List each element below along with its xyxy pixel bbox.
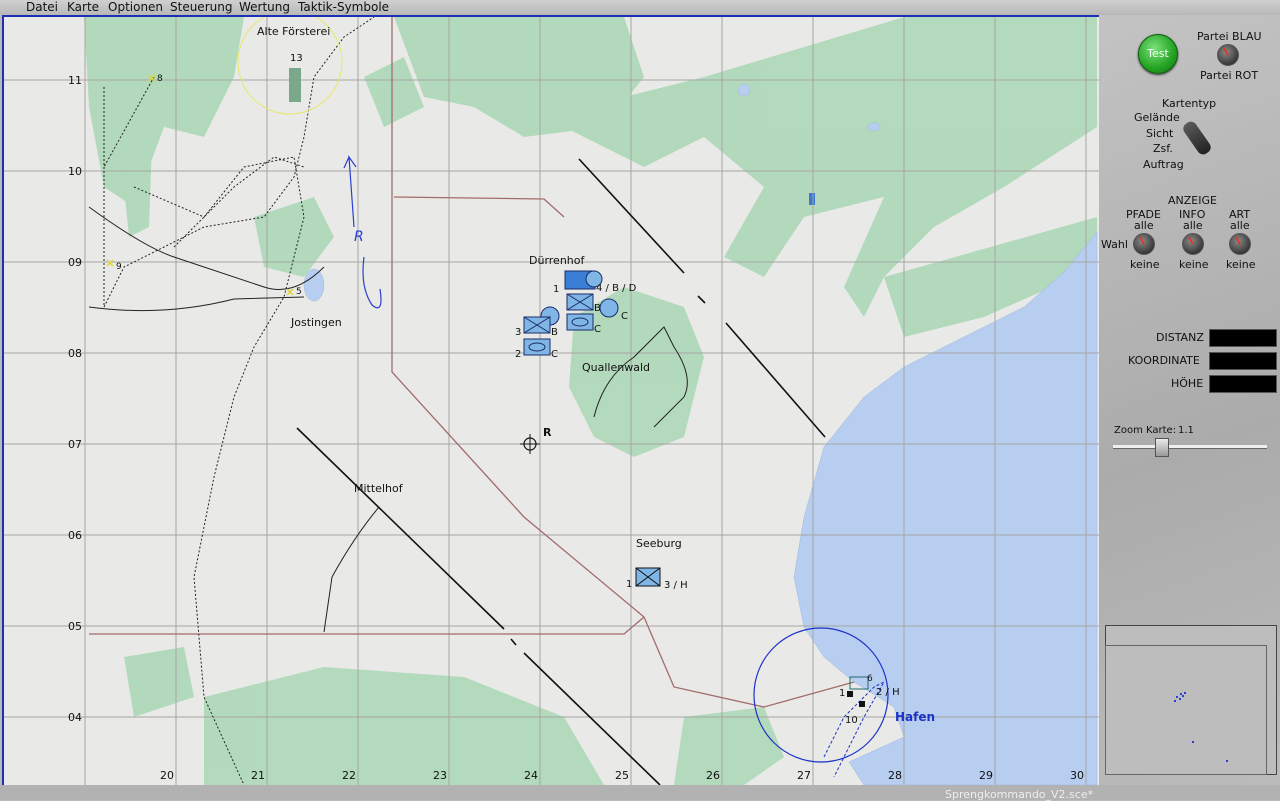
harbor-unit-label: 2 / H	[876, 687, 900, 698]
paths-none-label: keine	[1130, 258, 1160, 271]
x-label-20: 20	[160, 769, 174, 782]
drawn-arrow	[343, 154, 357, 228]
y-label-07: 07	[68, 438, 82, 451]
unit-badge-2	[599, 298, 619, 318]
display-label: ANZEIGE	[1168, 194, 1217, 207]
test-button[interactable]: Test	[1138, 34, 1178, 74]
drawn-letter: R	[354, 229, 364, 245]
y-label-05: 05	[68, 620, 82, 633]
drawn-route	[362, 256, 382, 309]
x-label-28: 28	[888, 769, 902, 782]
art-all-label: alle	[1230, 219, 1250, 232]
place-mittelhof: Mittelhof	[354, 482, 404, 495]
art-knob[interactable]	[1229, 233, 1251, 255]
unit-hq-label: 4 / B / D	[596, 283, 637, 294]
forester-building	[289, 68, 301, 102]
minimap-canvas	[1174, 692, 1228, 762]
y-label-10: 10	[68, 165, 82, 178]
party-blue-label: Partei BLAU	[1197, 30, 1262, 43]
tactical-map[interactable]: R 13 20 21 22 23 24 25 26 27 28 29 30 11…	[2, 15, 1101, 787]
menu-bar: Datei Karte Optionen Steuerung Wertung T…	[0, 0, 1280, 15]
x-label-22: 22	[342, 769, 356, 782]
unit-armor-2-num: 2	[515, 349, 521, 360]
unit-armor-2[interactable]	[523, 338, 551, 356]
y-label-06: 06	[68, 529, 82, 542]
zoom-value: 1.1	[1178, 425, 1194, 436]
unit-infantry-2-label: B	[551, 327, 558, 338]
zoom-label: Zoom Karte:	[1114, 425, 1177, 436]
target-marker-label: R	[543, 426, 552, 439]
x-label-21: 21	[251, 769, 265, 782]
target-marker[interactable]	[520, 434, 540, 454]
place-duerrenhof: Dürrenhof	[529, 254, 585, 267]
seeburg-unit-num: 1	[626, 579, 632, 590]
y-label-04: 04	[68, 711, 82, 724]
harbor-number: 10	[845, 715, 858, 726]
height-label: HÖHE	[1171, 377, 1204, 390]
menu-karte[interactable]: Karte	[67, 0, 99, 15]
x-label-23: 23	[433, 769, 447, 782]
map-type-label: Kartentyp	[1162, 97, 1217, 110]
info-all-label: alle	[1183, 219, 1203, 232]
map-canvas[interactable]: R 13 20 21 22 23 24 25 26 27 28 29 30 11…	[4, 17, 1099, 785]
menu-wertung[interactable]: Wertung	[239, 0, 290, 15]
minimap-units	[1174, 692, 1228, 762]
party-switch-knob[interactable]	[1217, 44, 1239, 66]
info-none-label: keine	[1179, 258, 1209, 271]
minimap-viewport[interactable]	[1105, 645, 1267, 775]
harbor-unit-small: 6	[867, 674, 873, 684]
unit-badge-2-label: C	[621, 311, 628, 322]
y-label-11: 11	[68, 74, 82, 87]
waypoint-8: 8	[157, 74, 163, 84]
x-label-24: 24	[524, 769, 538, 782]
place-quallenwald: Quallenwald	[582, 361, 650, 374]
coordinate-field	[1209, 352, 1277, 370]
map-type-sight[interactable]: Sicht	[1146, 127, 1173, 140]
place-jostingen: Jostingen	[290, 316, 342, 329]
seeburg-unit[interactable]	[635, 567, 661, 587]
menu-steuerung[interactable]: Steuerung	[170, 0, 232, 15]
waypoint-9: 9	[116, 262, 122, 272]
x-label-30: 30	[1070, 769, 1084, 782]
place-seeburg: Seeburg	[636, 537, 682, 550]
zoom-slider-track[interactable]	[1113, 445, 1267, 449]
map-type-mission[interactable]: Auftrag	[1143, 158, 1184, 171]
y-label-08: 08	[68, 347, 82, 360]
x-label-25: 25	[615, 769, 629, 782]
menu-taktik-symbole[interactable]: Taktik-Symbole	[298, 0, 389, 15]
x-label-27: 27	[797, 769, 811, 782]
choice-label: Wahl	[1101, 238, 1128, 251]
unit-infantry-1-label: B	[594, 303, 601, 314]
y-label-09: 09	[68, 256, 82, 269]
info-knob[interactable]	[1182, 233, 1204, 255]
distance-field	[1209, 329, 1277, 347]
coordinate-label: KOORDINATE	[1128, 354, 1200, 367]
forester-number: 13	[290, 53, 303, 64]
x-label-29: 29	[979, 769, 993, 782]
paths-knob[interactable]	[1133, 233, 1155, 255]
x-label-26: 26	[706, 769, 720, 782]
scenario-file-name: Sprengkommando_V2.sce*	[945, 788, 1094, 801]
unit-armor-1-label: C	[594, 324, 601, 335]
map-type-terrain[interactable]: Gelände	[1134, 111, 1180, 124]
unit-armor-2-label: C	[551, 349, 558, 360]
menu-optionen[interactable]: Optionen	[108, 0, 163, 15]
unit-armor-1[interactable]	[566, 313, 594, 331]
unit-hq-num: 1	[553, 284, 559, 295]
distance-label: DISTANZ	[1156, 331, 1204, 344]
paths-all-label: alle	[1134, 219, 1154, 232]
place-alte-foersterei: Alte Försterei	[257, 25, 330, 38]
seeburg-unit-label: 3 / H	[664, 580, 688, 591]
waypoint-5: 5	[296, 287, 302, 297]
harbor-unit-num: 1	[839, 688, 845, 699]
party-red-label: Partei ROT	[1200, 69, 1259, 82]
zoom-slider-thumb[interactable]	[1155, 438, 1169, 457]
height-field	[1209, 375, 1277, 393]
unit-infantry-2-num: 3	[515, 327, 521, 338]
menu-datei[interactable]: Datei	[26, 0, 58, 15]
art-none-label: keine	[1226, 258, 1256, 271]
place-hafen: Hafen	[895, 710, 935, 724]
map-type-summary[interactable]: Zsf.	[1153, 142, 1173, 155]
